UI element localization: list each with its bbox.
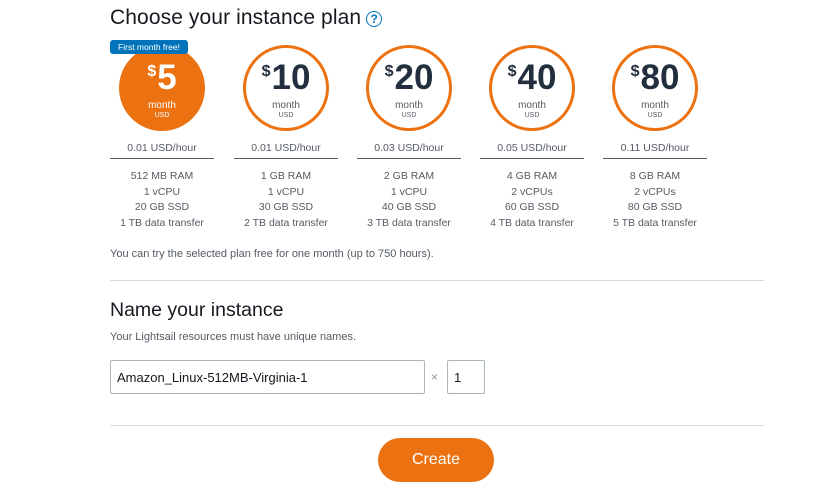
plan-ssd: 20 GB SSD (134, 201, 190, 213)
plan-price-period: month (641, 100, 669, 111)
plan-price: $80 (615, 60, 695, 95)
plan-cpu: 2 vCPUs (511, 185, 553, 198)
plan-section-title: Choose your instance plan ? (110, 6, 383, 30)
plan-price-amount: 20 (394, 58, 434, 97)
plan-ram: 4 GB RAM (506, 170, 558, 182)
instance-count-input[interactable] (447, 360, 485, 394)
plan-price-unit: USD (401, 112, 417, 119)
plan-ssd: 80 GB SSD (627, 201, 683, 213)
plan-price-circle[interactable]: $20 month USD (366, 45, 452, 131)
plan-price-circle[interactable]: $40 month USD (489, 45, 575, 131)
plan-ssd: 40 GB SSD (381, 201, 437, 213)
plan-ssd: 30 GB SSD (258, 201, 314, 213)
plan-price-currency: $ (630, 63, 640, 80)
plan-price: $20 (369, 60, 449, 95)
help-circle-icon[interactable]: ? (366, 10, 383, 27)
plan-transfer: 4 TB data transfer (490, 216, 574, 229)
plan-hourly-rate: 0.05 USD/hour (480, 142, 584, 159)
plan-price-unit: USD (154, 112, 170, 119)
plan-price: $10 (246, 60, 326, 95)
plan-specs: 4 GB RAM 2 vCPUs 60 GB SSD 4 TB data tra… (474, 169, 590, 231)
plan-cpu: 1 vCPU (267, 185, 305, 198)
plan-specs: 2 GB RAM 1 vCPU 40 GB SSD 3 TB data tran… (351, 169, 467, 231)
instance-name-input[interactable] (110, 360, 425, 394)
plan-price-period: month (518, 100, 546, 111)
plan-specs: 512 MB RAM 1 vCPU 20 GB SSD 1 TB data tr… (104, 169, 220, 231)
plan-hourly-rate: 0.01 USD/hour (234, 142, 338, 159)
section-divider (110, 280, 764, 281)
plan-price-amount: 80 (640, 58, 680, 97)
plan-section-title-text: Choose your instance plan (110, 6, 362, 29)
plan-price-circle[interactable]: $80 month USD (612, 45, 698, 131)
plan-price-currency: $ (384, 63, 394, 80)
plan-price-circle[interactable]: $10 month USD (243, 45, 329, 131)
plan-ram: 1 GB RAM (260, 170, 312, 182)
plan-list: First month free! $5 month USD 0.01 USD/… (110, 40, 730, 240)
section-divider (110, 425, 764, 426)
plan-hourly-rate: 0.11 USD/hour (603, 142, 707, 159)
plan-ram: 2 GB RAM (383, 170, 435, 182)
plan-price-amount: 5 (157, 58, 177, 97)
plan-transfer: 2 TB data transfer (244, 216, 328, 229)
first-month-free-badge: First month free! (110, 40, 188, 54)
plan-price-currency: $ (261, 63, 271, 80)
plan-price-currency: $ (147, 63, 157, 80)
plan-price-period: month (395, 100, 423, 111)
plan-price-period: month (148, 100, 176, 111)
plan-ssd: 60 GB SSD (504, 201, 560, 213)
plan-price-amount: 40 (517, 58, 557, 97)
plan-transfer: 3 TB data transfer (367, 216, 451, 229)
plan-price-period: month (272, 100, 300, 111)
plan-price-unit: USD (524, 112, 540, 119)
plan-price: $5 (122, 60, 202, 95)
plan-price-circle[interactable]: $5 month USD (119, 45, 205, 131)
free-trial-note: You can try the selected plan free for o… (110, 248, 434, 260)
plan-price-unit: USD (278, 112, 294, 119)
plan-hourly-rate: 0.03 USD/hour (357, 142, 461, 159)
multiply-sign: × (431, 370, 439, 384)
plan-specs: 1 GB RAM 1 vCPU 30 GB SSD 2 TB data tran… (228, 169, 344, 231)
plan-ram: 512 MB RAM (130, 170, 194, 182)
name-section-title: Name your instance (110, 299, 284, 321)
plan-price: $40 (492, 60, 572, 95)
plan-transfer: 5 TB data transfer (613, 216, 697, 229)
plan-transfer: 1 TB data transfer (120, 216, 204, 229)
plan-price-currency: $ (507, 63, 517, 80)
plan-cpu: 1 vCPU (390, 185, 428, 198)
plan-cpu: 1 vCPU (143, 185, 181, 198)
plan-specs: 8 GB RAM 2 vCPUs 80 GB SSD 5 TB data tra… (597, 169, 713, 231)
plan-price-amount: 10 (271, 58, 311, 97)
plan-price-unit: USD (647, 112, 663, 119)
plan-ram: 8 GB RAM (629, 170, 681, 182)
plan-hourly-rate: 0.01 USD/hour (110, 142, 214, 159)
name-section-hint: Your Lightsail resources must have uniqu… (110, 331, 357, 343)
create-button[interactable]: Create (378, 438, 494, 482)
plan-cpu: 2 vCPUs (634, 185, 676, 198)
